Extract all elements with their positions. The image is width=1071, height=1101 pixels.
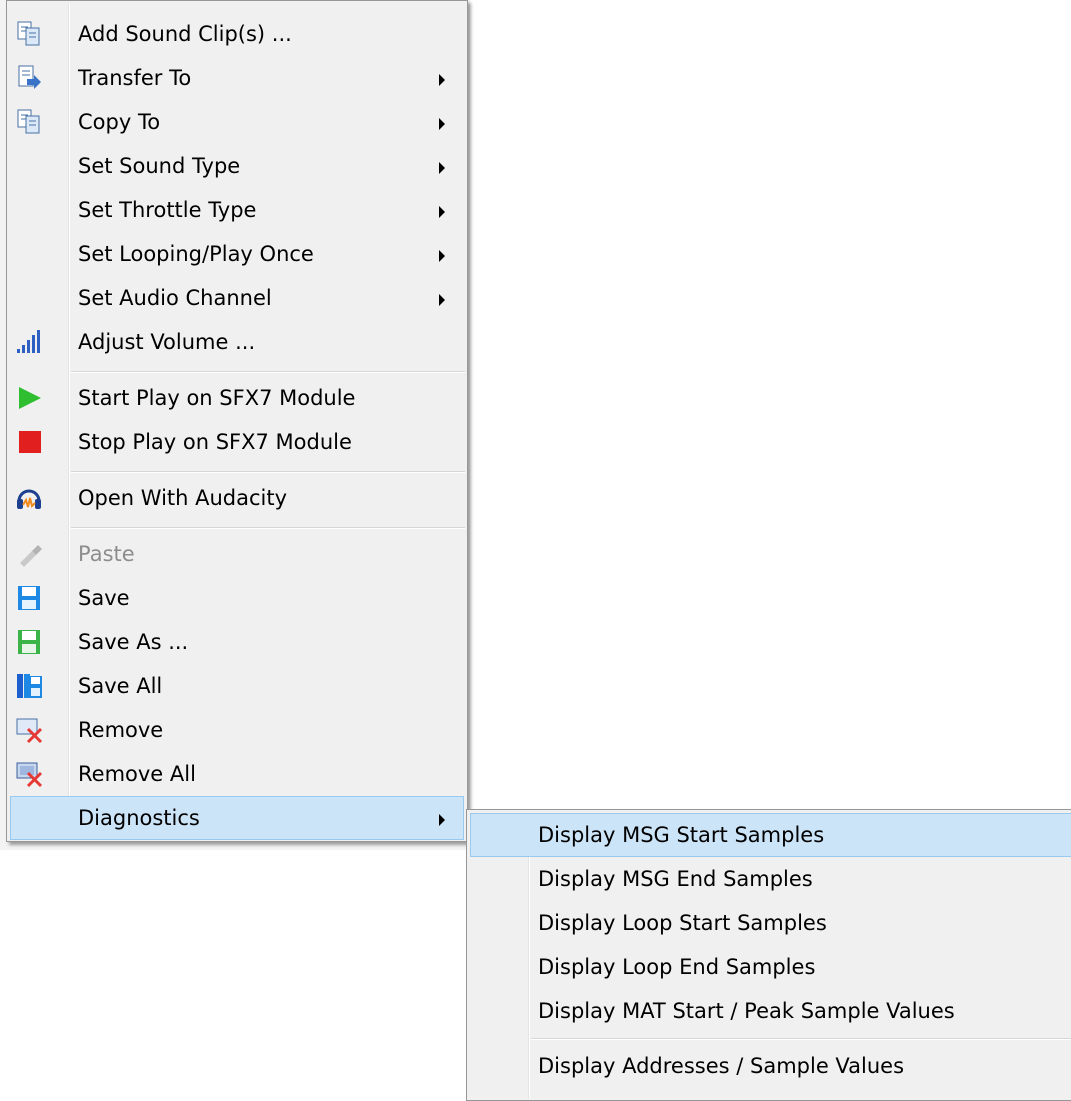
menu-item-label: Remove — [78, 718, 164, 742]
menu-item-label: Save — [78, 586, 130, 610]
menu-item-label: Add Sound Clip(s) ... — [78, 22, 292, 46]
menu-item-label: Set Throttle Type — [78, 198, 257, 222]
menu-item-save-all[interactable]: Save All — [10, 664, 464, 708]
menu-item-label: Save As ... — [78, 630, 189, 654]
submenu-arrow-icon — [439, 294, 445, 306]
submenu-item-msg-start-samples[interactable]: Display MSG Start Samples — [470, 813, 1071, 857]
copy-icon — [17, 21, 40, 46]
copy-icon — [17, 109, 40, 134]
menu-item-label: Copy To — [78, 110, 161, 134]
save-icon — [18, 586, 40, 610]
menu-item-open-with-audacity[interactable]: Open With Audacity — [10, 476, 464, 520]
diagnostics-submenu: Display MSG Start Samples Display MSG En… — [466, 809, 1071, 1101]
play-icon — [19, 387, 41, 409]
menu-item-save-as[interactable]: Save As ... — [10, 620, 464, 664]
menu-separator — [71, 371, 465, 373]
transfer-icon — [18, 65, 41, 89]
volume-bars-icon — [17, 330, 40, 353]
menu-separator — [71, 471, 465, 473]
menu-item-label: Remove All — [78, 762, 196, 786]
stop-icon — [19, 431, 41, 453]
submenu-item-mat-start-peak[interactable]: Display MAT Start / Peak Sample Values — [470, 989, 1071, 1033]
menu-separator — [531, 1038, 1071, 1040]
paste-icon — [20, 545, 42, 567]
remove-all-icon — [16, 762, 43, 788]
menu-item-set-audio-channel[interactable]: Set Audio Channel — [10, 276, 464, 320]
menu-item-label: Display MSG Start Samples — [538, 823, 825, 847]
submenu-item-loop-start-samples[interactable]: Display Loop Start Samples — [470, 901, 1071, 945]
menu-item-set-throttle-type[interactable]: Set Throttle Type — [10, 188, 464, 232]
menu-item-paste[interactable]: Paste — [10, 532, 464, 576]
menu-item-label: Display Addresses / Sample Values — [538, 1054, 905, 1078]
menu-item-remove[interactable]: Remove — [10, 708, 464, 752]
menu-item-copy-to[interactable]: Copy To — [10, 100, 464, 144]
menu-item-save[interactable]: Save — [10, 576, 464, 620]
menu-item-remove-all[interactable]: Remove All — [10, 752, 464, 796]
submenu-arrow-icon — [439, 814, 445, 826]
submenu-arrow-icon — [439, 162, 445, 174]
menu-item-label: Open With Audacity — [78, 486, 288, 510]
menu-item-label: Paste — [78, 542, 135, 566]
submenu-arrow-icon — [439, 206, 445, 218]
menu-item-label: Display Loop Start Samples — [538, 911, 827, 935]
menu-item-set-looping[interactable]: Set Looping/Play Once — [10, 232, 464, 276]
remove-icon — [16, 718, 43, 744]
menu-item-add-sound-clips[interactable]: Add Sound Clip(s) ... — [10, 12, 464, 56]
menu-item-label: Start Play on SFX7 Module — [78, 386, 356, 410]
submenu-item-msg-end-samples[interactable]: Display MSG End Samples — [470, 857, 1071, 901]
menu-item-label: Set Looping/Play Once — [78, 242, 314, 266]
menu-item-label: Save All — [78, 674, 163, 698]
menu-item-set-sound-type[interactable]: Set Sound Type — [10, 144, 464, 188]
menu-item-label: Display MAT Start / Peak Sample Values — [538, 999, 955, 1023]
menu-item-stop-play[interactable]: Stop Play on SFX7 Module — [10, 420, 464, 464]
menu-item-diagnostics[interactable]: Diagnostics — [10, 796, 464, 840]
save-all-icon — [17, 674, 42, 698]
menu-item-label: Stop Play on SFX7 Module — [78, 430, 352, 454]
submenu-item-loop-end-samples[interactable]: Display Loop End Samples — [470, 945, 1071, 989]
submenu-arrow-icon — [439, 74, 445, 86]
context-menu: Add Sound Clip(s) ... Transfer To Copy T… — [6, 0, 468, 842]
menu-item-start-play[interactable]: Start Play on SFX7 Module — [10, 376, 464, 420]
submenu-arrow-icon — [439, 250, 445, 262]
menu-item-label: Display Loop End Samples — [538, 955, 816, 979]
menu-item-transfer-to[interactable]: Transfer To — [10, 56, 464, 100]
audacity-icon — [17, 489, 41, 509]
menu-separator — [71, 527, 465, 529]
save-as-icon — [18, 630, 40, 654]
submenu-item-addresses-sample-values[interactable]: Display Addresses / Sample Values — [470, 1044, 1071, 1088]
menu-item-label: Transfer To — [78, 66, 192, 90]
menu-item-label: Set Audio Channel — [78, 286, 272, 310]
submenu-arrow-icon — [439, 118, 445, 130]
menu-item-label: Set Sound Type — [78, 154, 241, 178]
menu-item-label: Display MSG End Samples — [538, 867, 813, 891]
menu-item-label: Adjust Volume ... — [78, 330, 256, 354]
menu-item-label: Diagnostics — [78, 806, 200, 830]
menu-item-adjust-volume[interactable]: Adjust Volume ... — [10, 320, 464, 364]
